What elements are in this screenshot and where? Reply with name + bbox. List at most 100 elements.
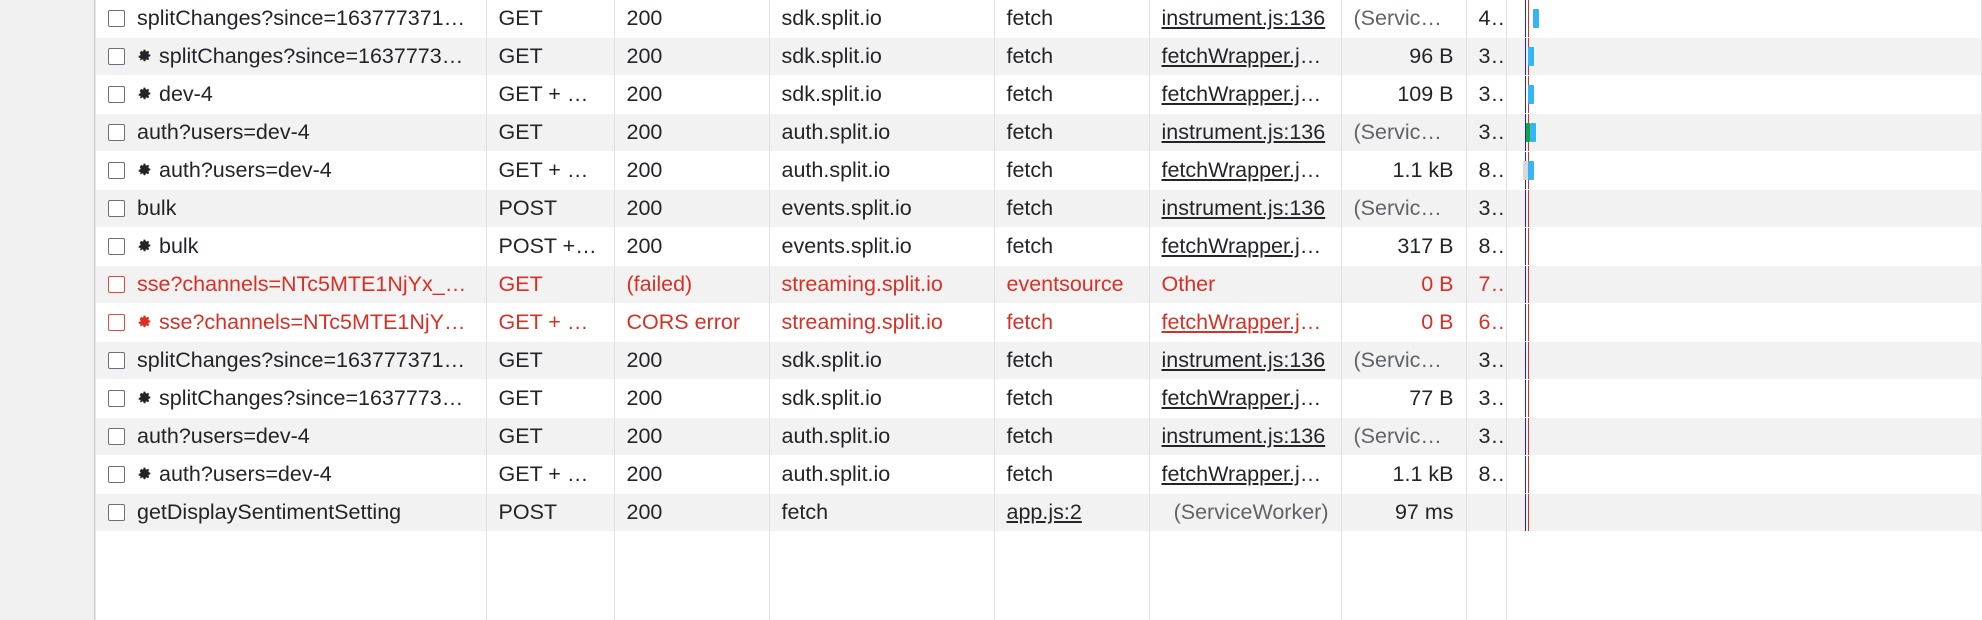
initiator-link[interactable]: instrument.js:136	[1162, 348, 1326, 372]
request-time-cell: 8…	[1465, 227, 1507, 266]
row-checkbox[interactable]	[108, 466, 125, 483]
table-row[interactable]: sse?channels=NTc5MTE1NjYx_Mjc4MTY4N… GET(…	[96, 265, 1982, 304]
empty-cell	[1466, 531, 1507, 620]
table-row[interactable]: auth?users=dev-4 GET + Preflight200auth.s…	[96, 151, 1982, 190]
table-row[interactable]: splitChanges?since=1637773716720 GET200sd…	[96, 341, 1982, 380]
request-name-cell[interactable]: dev-4	[96, 75, 487, 114]
request-name-cell[interactable]: auth?users=dev-4	[96, 113, 487, 152]
waterfall-load-line	[1527, 190, 1530, 227]
request-name-cell[interactable]: splitChanges?since=1637773716720	[96, 37, 487, 76]
initiator-link[interactable]: instrument.js:136	[1162, 120, 1326, 144]
left-gutter	[0, 0, 95, 620]
request-type-cell: fetch	[994, 227, 1150, 266]
table-row[interactable]: auth?users=dev-4 GET + Preflight200auth.s…	[96, 455, 1982, 494]
gear-icon	[137, 315, 152, 330]
initiator-link[interactable]: fetchWrapper.js:98	[1162, 158, 1341, 182]
request-size-cell: (ServiceWork…	[1341, 417, 1467, 456]
request-domain-cell: events.split.io	[769, 189, 995, 228]
request-name-cell[interactable]: splitChanges?since=1637773716720	[96, 379, 487, 418]
devtools-network-panel: splitChanges?since=1637773716720 GET 200 sd…	[0, 0, 1982, 620]
request-name-cell[interactable]: splitChanges?since=1637773716720	[96, 341, 487, 380]
initiator-link[interactable]: fetchWrapper.js:98	[1162, 462, 1341, 486]
request-domain-cell: auth.split.io	[769, 455, 995, 494]
request-name-cell[interactable]: auth?users=dev-4	[96, 151, 487, 190]
request-name-cell[interactable]: bulk	[96, 189, 487, 228]
gear-icon	[137, 391, 152, 406]
row-checkbox[interactable]	[108, 314, 125, 331]
waterfall-download-bar	[1532, 9, 1539, 28]
row-checkbox[interactable]	[108, 10, 125, 27]
table-row[interactable]: bulk POST 200 events.split.io fetch instrumen…	[96, 189, 1982, 228]
request-waterfall-cell	[1506, 379, 1982, 418]
row-checkbox[interactable]	[108, 504, 125, 521]
request-initiator-cell: instrument.js:136	[1149, 113, 1342, 152]
request-initiator-cell: fetchWrapper.js:98	[1149, 227, 1342, 266]
table-row[interactable]: splitChanges?since=1637773716720 GET200sd…	[96, 0, 1982, 38]
request-type-cell: fetch	[994, 303, 1150, 342]
request-name-cell[interactable]: sse?channels=NTc5MTE1NjYx_Mjc4MTY4N…	[96, 265, 487, 304]
waterfall-domcontentloaded-line	[1524, 0, 1527, 37]
initiator-link[interactable]: instrument.js:136	[1162, 196, 1326, 220]
request-name-label: bulk	[137, 196, 177, 220]
table-row[interactable]: bulkPOST + Prefl…200events.split.iofetch…	[96, 227, 1982, 266]
request-name-cell[interactable]: bulk	[96, 227, 487, 266]
row-checkbox[interactable]	[108, 238, 125, 255]
request-method-cell: GET	[486, 341, 615, 380]
row-checkbox[interactable]	[108, 124, 125, 141]
row-checkbox[interactable]	[108, 390, 125, 407]
request-type-cell: fetch	[994, 455, 1150, 494]
request-domain-cell: streaming.split.io	[769, 303, 995, 342]
row-checkbox[interactable]	[108, 200, 125, 217]
row-checkbox[interactable]	[108, 276, 125, 293]
request-initiator-cell: instrument.js:136	[1149, 0, 1342, 38]
initiator-link[interactable]: instrument.js:136	[1162, 424, 1326, 448]
row-checkbox[interactable]	[108, 428, 125, 445]
request-waterfall-cell	[1506, 189, 1982, 228]
request-name-cell[interactable]: getDisplaySentimentSetting	[96, 493, 487, 532]
request-method-cell: GET	[486, 0, 615, 38]
request-domain-cell: auth.split.io	[769, 113, 995, 152]
request-name-cell[interactable]: auth?users=dev-4	[96, 455, 487, 494]
row-checkbox[interactable]	[108, 86, 125, 103]
initiator-link[interactable]: fetchWrapper.js:98	[1162, 44, 1341, 68]
request-size-cell: 1.1 kB	[1341, 455, 1467, 494]
table-row[interactable]: sse?channels=NTc5MTE1NjYx_Mjc4MTY… GET + …	[96, 303, 1982, 342]
request-method-cell: GET + Preflight	[486, 303, 615, 342]
network-request-table-panel[interactable]: splitChanges?since=1637773716720 GET 200 sd…	[95, 0, 1982, 620]
waterfall-download-bar	[1527, 161, 1534, 180]
row-checkbox[interactable]	[108, 352, 125, 369]
initiator-link[interactable]: fetchWrapper.js:98	[1162, 310, 1341, 334]
waterfall-domcontentloaded-line	[1524, 228, 1527, 265]
empty-cell	[614, 531, 770, 620]
table-row[interactable]: splitChanges?since=1637773716720 GET200sd…	[96, 37, 1982, 76]
table-row[interactable]: dev-4GET + Preflight200sdk.split.iofetch…	[96, 75, 1982, 114]
request-name-cell[interactable]: splitChanges?since=1637773716720	[96, 0, 487, 38]
request-name-label: auth?users=dev-4	[159, 158, 332, 182]
request-time-cell: 3…	[1465, 37, 1507, 76]
request-method-cell: GET + Preflight	[486, 151, 615, 190]
method-label: POST +	[498, 234, 582, 258]
initiator-link[interactable]: fetchWrapper.js:98	[1162, 386, 1341, 410]
request-name-cell[interactable]: sse?channels=NTc5MTE1NjYx_Mjc4MTY…	[96, 303, 487, 342]
table-row[interactable]: auth?users=dev-4 GET 200 auth.split.io fetch…	[96, 113, 1982, 152]
row-checkbox[interactable]	[108, 48, 125, 65]
table-row[interactable]: splitChanges?since=1637773716720 GET200sd…	[96, 379, 1982, 418]
empty-cell	[994, 531, 1150, 620]
request-type-cell: fetch	[994, 341, 1150, 380]
request-name-cell[interactable]: auth?users=dev-4	[96, 417, 487, 456]
waterfall-domcontentloaded-line	[1524, 76, 1527, 113]
request-time-cell: 4…	[1465, 0, 1507, 38]
request-waterfall-cell	[1506, 75, 1982, 114]
initiator-link[interactable]: fetchWrapper.js:98	[1162, 234, 1341, 258]
request-name-label: dev-4	[159, 82, 213, 106]
type-source-link[interactable]: app.js:2	[1007, 500, 1082, 524]
waterfall-load-line	[1527, 456, 1530, 493]
request-name-label: splitChanges?since=1637773716720	[137, 6, 474, 30]
table-row[interactable]: auth?users=dev-4 GET 200 auth.split.io fetch…	[96, 417, 1982, 456]
request-waterfall-cell	[1506, 265, 1982, 304]
initiator-link[interactable]: fetchWrapper.js:98	[1162, 82, 1341, 106]
row-checkbox[interactable]	[108, 162, 125, 179]
request-initiator-cell: (ServiceWorker)	[1149, 493, 1342, 532]
initiator-link[interactable]: instrument.js:136	[1162, 6, 1326, 30]
table-row[interactable]: getDisplaySentimentSetting POST 200 fetch ap…	[96, 493, 1982, 532]
